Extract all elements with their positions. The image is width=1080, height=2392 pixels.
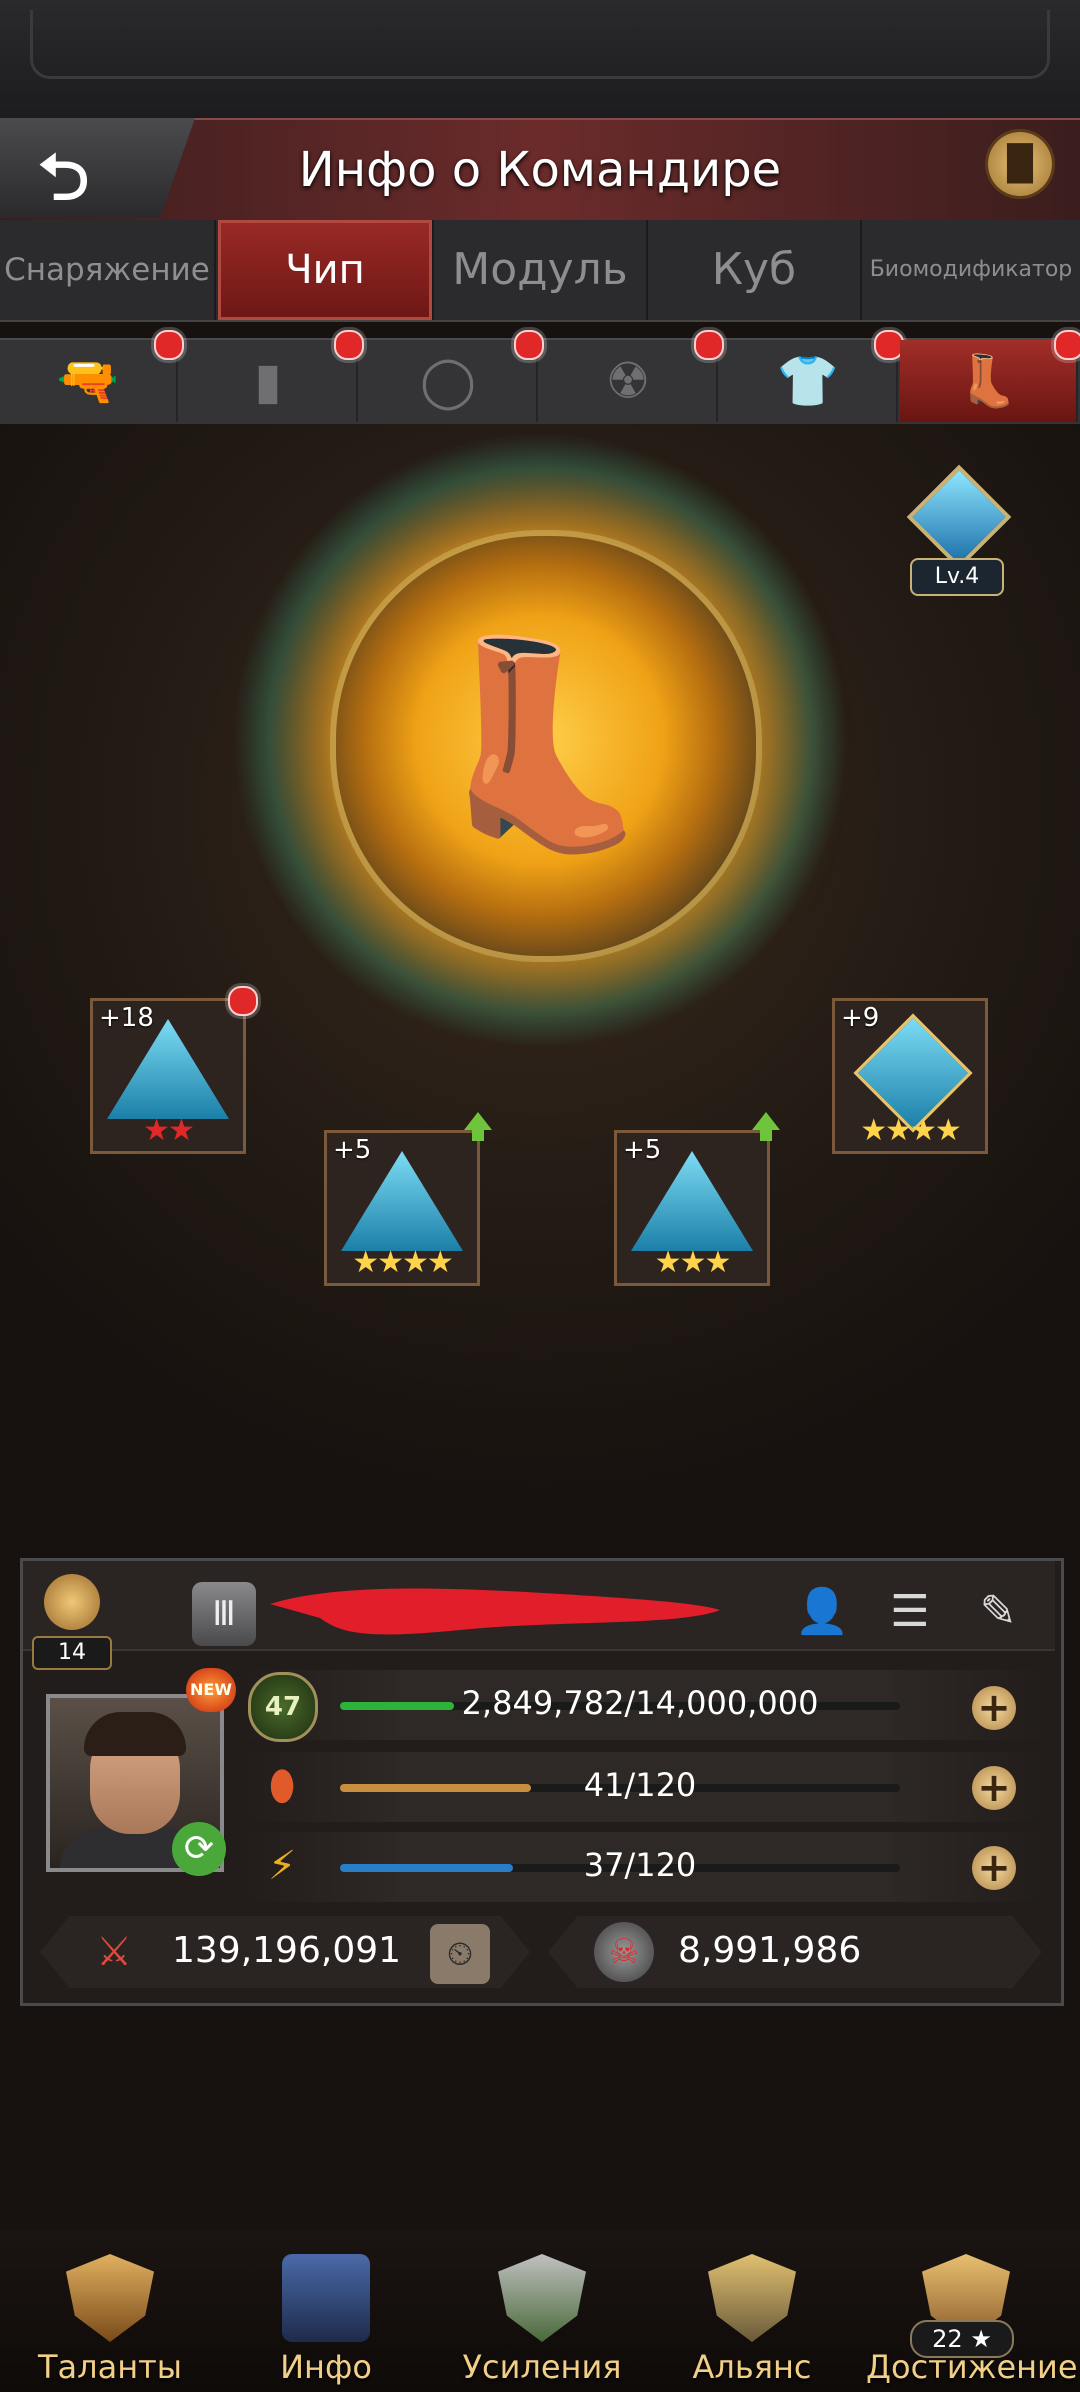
stamina-icon: ⬮ <box>269 1763 295 1809</box>
energy-bar <box>340 1864 513 1872</box>
alliance-emblem-icon[interactable]: Ⅲ <box>192 1582 256 1646</box>
power-details-icon[interactable]: ⏲ <box>430 1924 490 1984</box>
energy-value: 37/120 <box>583 1846 697 1884</box>
stamina-bar <box>340 1784 531 1792</box>
chip-level: +5 <box>333 1135 372 1165</box>
upgrade-arrow-icon <box>752 1112 780 1141</box>
tab-cube[interactable]: Куб <box>648 220 862 320</box>
nav-talents[interactable]: Таланты <box>10 2236 210 2392</box>
top-frame <box>0 0 1080 122</box>
armor-vest-icon: ▮ <box>254 352 282 410</box>
swap-avatar-icon[interactable]: ⟳ <box>172 1822 226 1876</box>
power-icon: ⚔ <box>96 1929 132 1975</box>
tab-biomodifier[interactable]: Биомодификатор <box>862 220 1080 320</box>
chip-slot-1[interactable]: +18 ★★ <box>90 998 246 1154</box>
gas-mask-kills-icon: ☠ <box>594 1922 654 1982</box>
chip-level: +18 <box>99 1003 154 1033</box>
details-list-icon[interactable]: ☰ <box>878 1580 942 1644</box>
diamond-gem-icon <box>906 464 1012 570</box>
edit-icon[interactable]: ✎ <box>966 1580 1030 1644</box>
gas-mask-icon: ☢ <box>605 352 651 410</box>
energy-icon: ⚡ <box>267 1843 297 1889</box>
boot-icon[interactable]: 👢 <box>395 600 685 890</box>
add-energy-button[interactable]: + <box>972 1846 1016 1890</box>
nav-achievement[interactable]: Достижение <box>866 2236 1078 2392</box>
kills-value: 8,991,986 <box>678 1930 862 1971</box>
statistics-button[interactable]: ▐▌ <box>988 132 1052 196</box>
slot-tab-armor-vest[interactable]: ▮ <box>180 340 358 422</box>
slot-tab-boot[interactable]: 👢 <box>900 340 1078 422</box>
chip-triangle-icon <box>631 1151 753 1251</box>
boosts-icon <box>498 2254 586 2342</box>
chip-level: +5 <box>623 1135 662 1165</box>
slot-tab-gas-mask[interactable]: ☢ <box>540 340 718 422</box>
nav-label: Инфо <box>280 2348 372 2386</box>
nav-boosts[interactable]: Усиления <box>442 2236 642 2392</box>
tab-equipment[interactable]: Снаряжение <box>0 220 216 320</box>
nav-info[interactable]: Инфо <box>226 2236 426 2392</box>
slot-notification-dot <box>1054 330 1080 360</box>
nav-alliance[interactable]: Альянс <box>652 2236 852 2392</box>
bar-chart-icon: ▐▌ <box>993 144 1047 184</box>
add-exp-button[interactable]: + <box>972 1686 1016 1730</box>
chip-triangle-icon <box>107 1019 229 1119</box>
nav-label: Таланты <box>37 2348 183 2386</box>
tab-module[interactable]: Модуль <box>434 220 648 320</box>
achievement-count: 22 ★ <box>910 2320 1014 2358</box>
upgrade-arrow-icon <box>464 1112 492 1141</box>
chip-stars: ★★★ <box>654 1245 732 1280</box>
stamina-value: 41/120 <box>583 1766 697 1804</box>
commander-level: 47 <box>248 1672 318 1742</box>
slot-tab-jacket[interactable]: 👕 <box>720 340 898 422</box>
new-badge: NEW <box>186 1668 236 1712</box>
core-level-label: Lv.4 <box>910 558 1004 596</box>
pistol-icon: 🔫 <box>56 352 120 410</box>
chip-triangle-icon <box>341 1151 463 1251</box>
boot-icon: 👢 <box>956 352 1020 410</box>
core-level-badge[interactable]: Lv.4 <box>900 464 1012 600</box>
chip-stars: ★★★★ <box>352 1245 454 1280</box>
nav-label: Усиления <box>462 2348 622 2386</box>
exp-value: 2,849,782/14,000,000 <box>461 1684 819 1722</box>
chip-slot-2[interactable]: +5 ★★★★ <box>324 1130 480 1286</box>
exp-bar <box>340 1702 454 1710</box>
slot-tab-pistol[interactable]: 🔫 <box>0 340 178 422</box>
power-value: 139,196,091 <box>172 1930 402 1971</box>
profile-block-icon[interactable]: 👤 <box>790 1580 854 1644</box>
chip-stars: ★★ <box>143 1113 195 1148</box>
chip-slot-4[interactable]: +9 ★★★★ <box>832 998 988 1154</box>
tab-chip[interactable]: Чип <box>218 220 434 320</box>
nav-label: Альянс <box>692 2348 812 2386</box>
chip-stars: ★★★★ <box>860 1113 962 1148</box>
redacted-name <box>260 1574 730 1644</box>
slot-tab-ring[interactable]: ◯ <box>360 340 538 422</box>
jacket-icon: 👕 <box>776 352 840 410</box>
chip-slot-3[interactable]: +5 ★★★ <box>614 1130 770 1286</box>
chip-level: +9 <box>841 1003 880 1033</box>
rank-level: 14 <box>32 1636 112 1670</box>
ring-icon: ◯ <box>420 352 476 410</box>
alliance-icon <box>708 2254 796 2342</box>
rank-medal-icon[interactable] <box>36 1574 108 1630</box>
talents-icon <box>66 2254 154 2342</box>
page-title: Инфо о Командире <box>298 142 782 198</box>
info-icon <box>282 2254 370 2342</box>
add-stamina-button[interactable]: + <box>972 1766 1016 1810</box>
chip-1-notification-dot <box>228 986 258 1016</box>
